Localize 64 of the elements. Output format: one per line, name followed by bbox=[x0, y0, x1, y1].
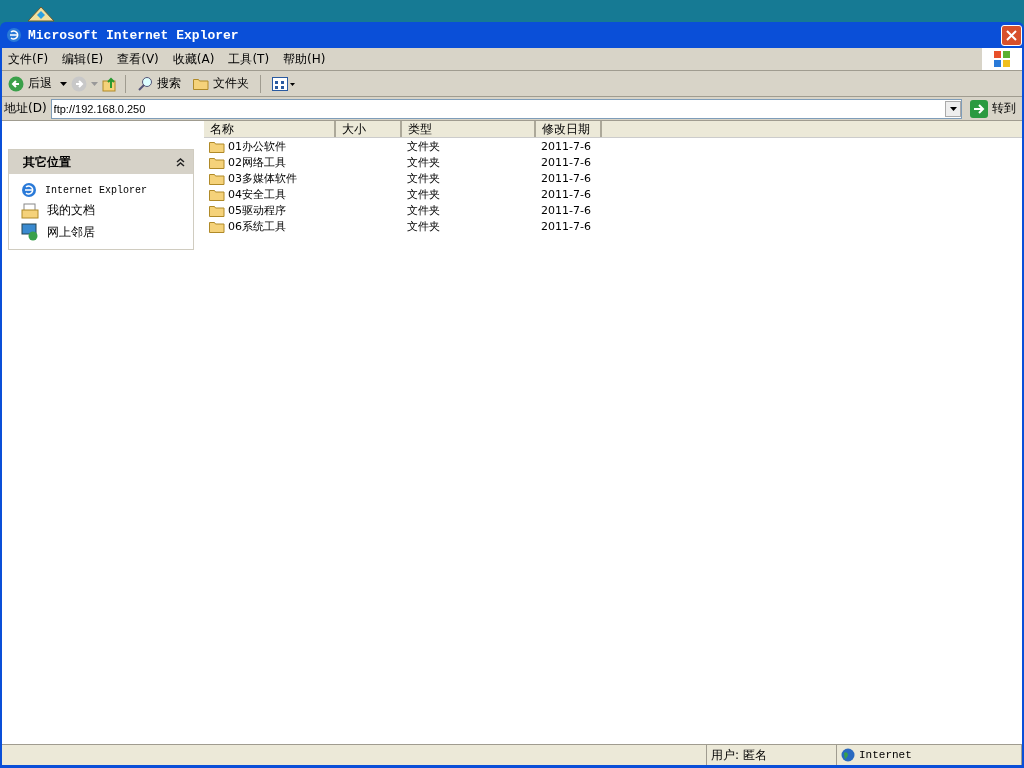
table-cell-text: 文件夹 bbox=[406, 138, 441, 154]
globe-icon bbox=[841, 748, 855, 762]
side-link[interactable]: Internet Explorer bbox=[21, 182, 183, 198]
back-button[interactable]: 后退 bbox=[4, 75, 56, 92]
panel-header[interactable]: 其它位置 bbox=[9, 150, 193, 174]
menu-item[interactable]: 收藏(A) bbox=[166, 50, 223, 68]
folder-icon bbox=[209, 203, 225, 217]
folder-item[interactable]: 04安全工具 bbox=[204, 186, 336, 202]
table-cell-text: 2011-7-6 bbox=[540, 203, 592, 217]
column-header[interactable]: 类型 bbox=[402, 121, 536, 137]
table-cell-text: 文件夹 bbox=[406, 170, 441, 186]
column-header[interactable]: 名称 bbox=[204, 121, 336, 137]
folder-icon bbox=[209, 187, 225, 201]
folder-item[interactable]: 06系统工具 bbox=[204, 218, 336, 234]
table-cell-text: 文件夹 bbox=[406, 202, 441, 218]
window-title: Microsoft Internet Explorer bbox=[28, 27, 240, 43]
document-folder-icon bbox=[21, 202, 39, 219]
menu-item[interactable]: 工具(T) bbox=[222, 50, 278, 68]
table-cell-text: 文件夹 bbox=[406, 186, 441, 202]
status-zone: Internet bbox=[859, 749, 912, 761]
side-link[interactable]: 我的文档 bbox=[21, 202, 183, 219]
desktop-shortcut-icon[interactable] bbox=[26, 4, 56, 22]
status-user: 用户: 匿名 bbox=[711, 746, 767, 764]
globe-e-icon bbox=[21, 182, 37, 198]
table-cell-text: 文件夹 bbox=[406, 218, 441, 234]
close-button[interactable] bbox=[1001, 24, 1022, 46]
table-cell-text: 文件夹 bbox=[406, 154, 441, 170]
chevrons-up-icon bbox=[176, 157, 185, 167]
folder-item[interactable]: 02网络工具 bbox=[204, 154, 336, 170]
folder-icon bbox=[209, 155, 225, 169]
table-cell-text: 2011-7-6 bbox=[540, 171, 592, 185]
folder-icon bbox=[209, 219, 225, 233]
address-label: 地址(D) bbox=[4, 100, 47, 117]
table-cell-text: 2011-7-6 bbox=[540, 155, 592, 169]
views-grid-icon bbox=[272, 76, 296, 91]
table-cell-text: 2011-7-6 bbox=[540, 187, 592, 201]
folders-button[interactable]: 文件夹 bbox=[189, 75, 253, 92]
windows-flag-icon bbox=[992, 50, 1012, 68]
folder-icon bbox=[209, 171, 225, 185]
side-link[interactable]: 网上邻居 bbox=[21, 223, 183, 241]
address-box[interactable]: ftp://192.168.0.250 bbox=[50, 98, 962, 119]
globe-e-icon bbox=[6, 27, 22, 43]
menu-item[interactable]: 查看(V) bbox=[111, 50, 167, 68]
folder-item[interactable]: 01办公软件 bbox=[204, 138, 336, 154]
caret-icon[interactable] bbox=[60, 81, 67, 86]
folder-item[interactable]: 03多媒体软件 bbox=[204, 170, 336, 186]
search-button[interactable]: 搜索 bbox=[133, 75, 185, 92]
search-icon bbox=[137, 75, 153, 92]
folder-item[interactable]: 05驱动程序 bbox=[204, 202, 336, 218]
dropdown-button[interactable] bbox=[945, 100, 961, 117]
go-button[interactable]: 转到 bbox=[966, 99, 1020, 118]
table-cell-text: 2011-7-6 bbox=[540, 219, 592, 233]
network-computer-icon bbox=[21, 223, 39, 241]
close-icon bbox=[1006, 29, 1017, 41]
caret-icon bbox=[949, 106, 957, 111]
menu-item[interactable]: 帮助(H) bbox=[277, 50, 334, 68]
menu-item[interactable]: 编辑(E) bbox=[56, 50, 112, 68]
folder-icon bbox=[193, 77, 209, 90]
menu-item[interactable]: 文件(F) bbox=[2, 50, 57, 68]
column-header[interactable]: 修改日期 bbox=[536, 121, 602, 137]
column-header[interactable]: 大小 bbox=[336, 121, 402, 137]
arrow-right-icon bbox=[970, 99, 988, 118]
table-cell-text: 2011-7-6 bbox=[540, 139, 592, 153]
folder-icon bbox=[209, 139, 225, 153]
